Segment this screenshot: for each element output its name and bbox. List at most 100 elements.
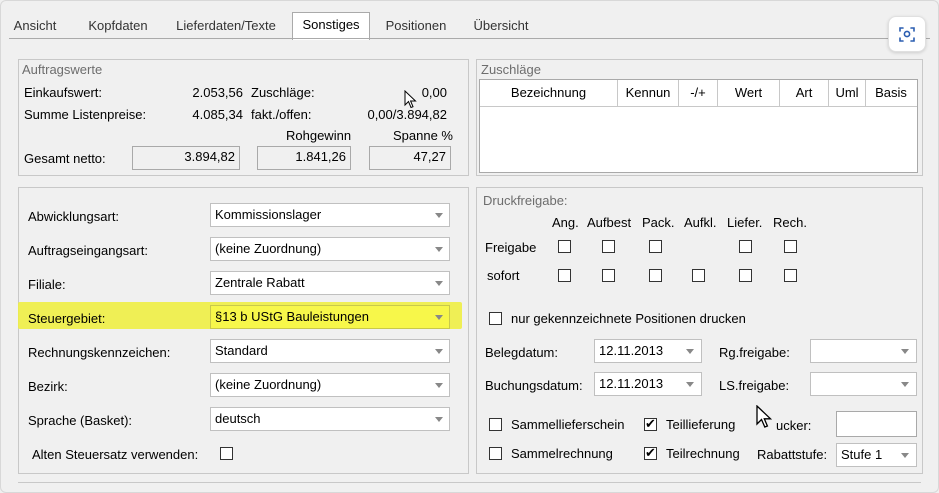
rechnungskennzeichen-select[interactable]: Standard — [210, 339, 450, 363]
window: Ansicht Kopfdaten Lieferdaten/Texte Sons… — [0, 0, 939, 493]
alten-steuersatz-checkbox[interactable] — [220, 447, 233, 460]
freigabe-rech-checkbox[interactable] — [784, 240, 797, 253]
sofort-liefer-checkbox[interactable] — [739, 269, 752, 282]
col-ang: Ang. — [552, 215, 579, 230]
rgfreigabe-picker[interactable] — [810, 339, 917, 363]
spanne-field: 47,27 — [369, 146, 451, 170]
chevron-down-icon[interactable] — [429, 340, 449, 362]
fakt-offen-value: 0,00/3.894,82 — [367, 107, 447, 122]
druckfreigabe-title: Druckfreigabe: — [483, 193, 568, 208]
chevron-down-icon[interactable] — [896, 340, 916, 362]
sammellieferschein-label: Sammellieferschein — [511, 417, 625, 432]
chevron-down-icon[interactable] — [429, 272, 449, 294]
bottom-divider — [18, 482, 921, 483]
einkaufswert-label: Einkaufswert: — [24, 85, 103, 100]
col-aufbest: Aufbest — [587, 215, 632, 230]
chevron-down-icon[interactable] — [896, 444, 916, 466]
belegdatum-label: Belegdatum: — [485, 345, 558, 360]
zuschlaege-grid[interactable]: Bezeichnung Kennun -/+ Wert Art Uml Basi… — [479, 79, 918, 173]
tab-uebersicht[interactable]: Übersicht — [463, 14, 539, 38]
tab-kopfdaten[interactable]: Kopfdaten — [77, 14, 159, 38]
abwicklungsart-select[interactable]: Kommissionslager — [210, 203, 450, 227]
chevron-down-icon[interactable] — [429, 306, 449, 328]
screenshot-scan-button[interactable] — [888, 16, 926, 52]
nur-gekennzeichnete-label: nur gekennzeichnete Positionen drucken — [511, 311, 746, 326]
chevron-down-icon[interactable] — [681, 373, 701, 395]
chevron-down-icon[interactable] — [429, 408, 449, 430]
sprache-select[interactable]: deutsch — [210, 407, 450, 431]
zuschlaege-label: Zuschläge: — [251, 85, 315, 100]
abwicklungsart-label: Abwicklungsart: — [28, 209, 120, 224]
tab-lieferdaten-texte[interactable]: Lieferdaten/Texte — [167, 14, 285, 38]
gesamt-netto-field: 3.894,82 — [132, 146, 240, 170]
teillieferung-checkbox[interactable] — [644, 416, 657, 432]
chevron-down-icon[interactable] — [896, 373, 916, 395]
auftragseingangsart-label: Auftragseingangsart: — [28, 243, 148, 258]
filiale-select[interactable]: Zentrale Rabatt — [210, 271, 450, 295]
bezirk-select[interactable]: (keine Zuordnung) — [210, 373, 450, 397]
sofort-label: sofort — [487, 268, 520, 283]
belegdatum-picker[interactable]: 12.11.2013 — [594, 339, 702, 363]
sofort-pack-checkbox[interactable] — [649, 269, 662, 282]
sofort-aufbest-checkbox[interactable] — [602, 269, 615, 282]
teilrechnung-label: Teilrechnung — [666, 446, 740, 461]
col-aufkl: Aufkl. — [684, 215, 717, 230]
rechnungskennzeichen-value: Standard — [215, 343, 268, 358]
gesamt-netto-label: Gesamt netto: — [24, 151, 106, 166]
lsfreigabe-label: LS.freigabe: — [719, 378, 790, 393]
sammellieferschein-checkbox[interactable] — [489, 418, 502, 431]
lsfreigabe-picker[interactable] — [810, 372, 917, 396]
rabattstufe-value: Stufe 1 — [841, 447, 883, 462]
drucker-label: ucker: — [776, 418, 812, 433]
auftragseingangsart-select[interactable]: (keine Zuordnung) — [210, 237, 450, 261]
tab-sonstiges[interactable]: Sonstiges — [292, 12, 370, 40]
chevron-down-icon[interactable] — [429, 238, 449, 260]
freigabe-ang-checkbox[interactable] — [558, 240, 571, 253]
tab-bar: Ansicht Kopfdaten Lieferdaten/Texte Sons… — [1, 1, 938, 40]
listenpreise-value: 4.085,34 — [192, 107, 243, 122]
freigabe-aufbest-checkbox[interactable] — [602, 240, 615, 253]
tab-ansicht[interactable]: Ansicht — [9, 14, 61, 38]
bezirk-label: Bezirk: — [28, 379, 68, 394]
spanne-label: Spanne % — [393, 128, 453, 143]
abwicklungsart-value: Kommissionslager — [215, 207, 322, 222]
col-wert[interactable]: Wert — [718, 80, 780, 106]
col-rech: Rech. — [773, 215, 807, 230]
rgfreigabe-label: Rg.freigabe: — [719, 345, 790, 360]
tab-positionen[interactable]: Positionen — [378, 14, 454, 38]
col-plus-minus[interactable]: -/+ — [679, 80, 718, 106]
chevron-down-icon[interactable] — [429, 374, 449, 396]
chevron-down-icon[interactable] — [681, 340, 701, 362]
col-uml[interactable]: Uml — [829, 80, 866, 106]
col-kennun[interactable]: Kennun — [618, 80, 679, 106]
chevron-down-icon[interactable] — [429, 204, 449, 226]
steuergebiet-value: §13 b UStG Bauleistungen — [215, 309, 369, 324]
drucker-input[interactable] — [836, 411, 917, 437]
col-bezeichnung[interactable]: Bezeichnung — [480, 80, 618, 106]
sofort-aufkl-checkbox[interactable] — [692, 269, 705, 282]
freigabe-liefer-checkbox[interactable] — [739, 240, 752, 253]
steuergebiet-select[interactable]: §13 b UStG Bauleistungen — [210, 305, 450, 329]
bezirk-value: (keine Zuordnung) — [215, 377, 322, 392]
rabattstufe-select[interactable]: Stufe 1 — [836, 443, 917, 467]
zuschlaege-title: Zuschläge — [481, 62, 541, 77]
col-basis[interactable]: Basis — [866, 80, 916, 106]
sofort-ang-checkbox[interactable] — [558, 269, 571, 282]
auftragswerte-title: Auftragswerte — [22, 62, 103, 77]
sprache-value: deutsch — [215, 411, 261, 426]
fakt-offen-label: fakt./offen: — [251, 107, 312, 122]
col-liefer: Liefer. — [727, 215, 763, 230]
belegdatum-value: 12.11.2013 — [599, 343, 664, 358]
mouse-pointer-icon — [756, 405, 773, 428]
teilrechnung-checkbox[interactable] — [644, 445, 657, 461]
rechnungskennzeichen-label: Rechnungskennzeichen: — [28, 345, 171, 360]
nur-gekennzeichnete-checkbox[interactable] — [489, 312, 502, 325]
buchungsdatum-picker[interactable]: 12.11.2013 — [594, 372, 702, 396]
sammelrechnung-checkbox[interactable] — [489, 447, 502, 460]
filiale-label: Filiale: — [28, 277, 66, 292]
col-art[interactable]: Art — [780, 80, 829, 106]
freigabe-pack-checkbox[interactable] — [649, 240, 662, 253]
freigabe-label: Freigabe — [485, 240, 537, 255]
steuergebiet-label: Steuergebiet: — [28, 311, 106, 326]
sofort-rech-checkbox[interactable] — [784, 269, 797, 282]
